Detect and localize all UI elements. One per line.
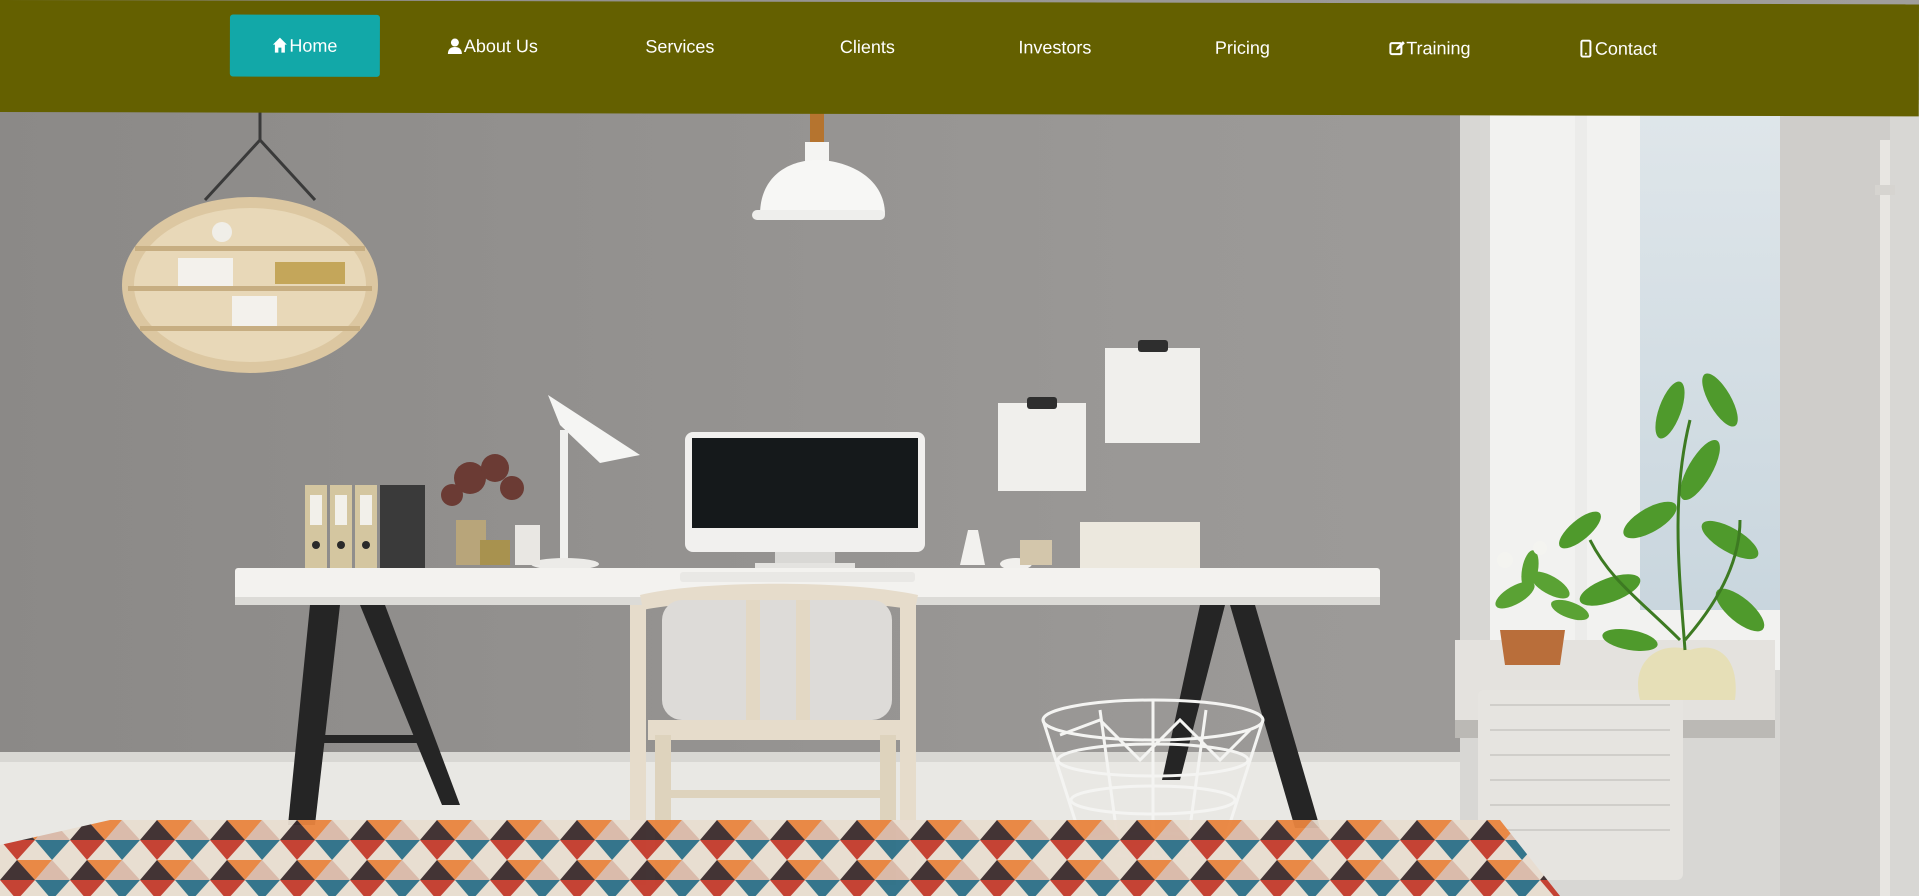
- nav-item-contact[interactable]: Contact: [1542, 17, 1692, 79]
- monitor: [685, 432, 925, 569]
- nav-item-training[interactable]: Training: [1355, 17, 1505, 79]
- hero-image: [0, 0, 1919, 896]
- nav-label-pricing: Pricing: [1214, 37, 1270, 58]
- nav-label-about-us: About Us: [463, 35, 538, 56]
- home-icon: [272, 37, 288, 55]
- nav-item-investors[interactable]: Investors: [980, 16, 1130, 78]
- nav-label-contact: Contact: [1594, 38, 1657, 59]
- user-icon: [447, 37, 463, 55]
- nav-label-training: Training: [1406, 37, 1471, 58]
- nav-label-services: Services: [645, 35, 715, 57]
- office-scene-illustration: [0, 0, 1919, 896]
- nav-label-clients: Clients: [839, 36, 895, 57]
- top-navbar: Home About Us Services Clients Investors…: [0, 0, 1919, 117]
- nav-item-about-us[interactable]: About Us: [417, 15, 567, 77]
- nav-label-home: Home: [289, 35, 338, 56]
- nav-item-pricing[interactable]: Pricing: [1167, 17, 1317, 79]
- nav-item-home[interactable]: Home: [229, 14, 380, 77]
- nav-label-investors: Investors: [1018, 36, 1092, 57]
- mobile-phone-icon: [1578, 39, 1594, 58]
- nav-item-clients[interactable]: Clients: [792, 16, 942, 78]
- nav-item-services[interactable]: Services: [605, 15, 755, 77]
- edit-icon: [1389, 39, 1406, 57]
- page: Home About Us Services Clients Investors…: [0, 0, 1919, 896]
- nav-menu: Home About Us Services Clients Investors…: [229, 14, 1730, 80]
